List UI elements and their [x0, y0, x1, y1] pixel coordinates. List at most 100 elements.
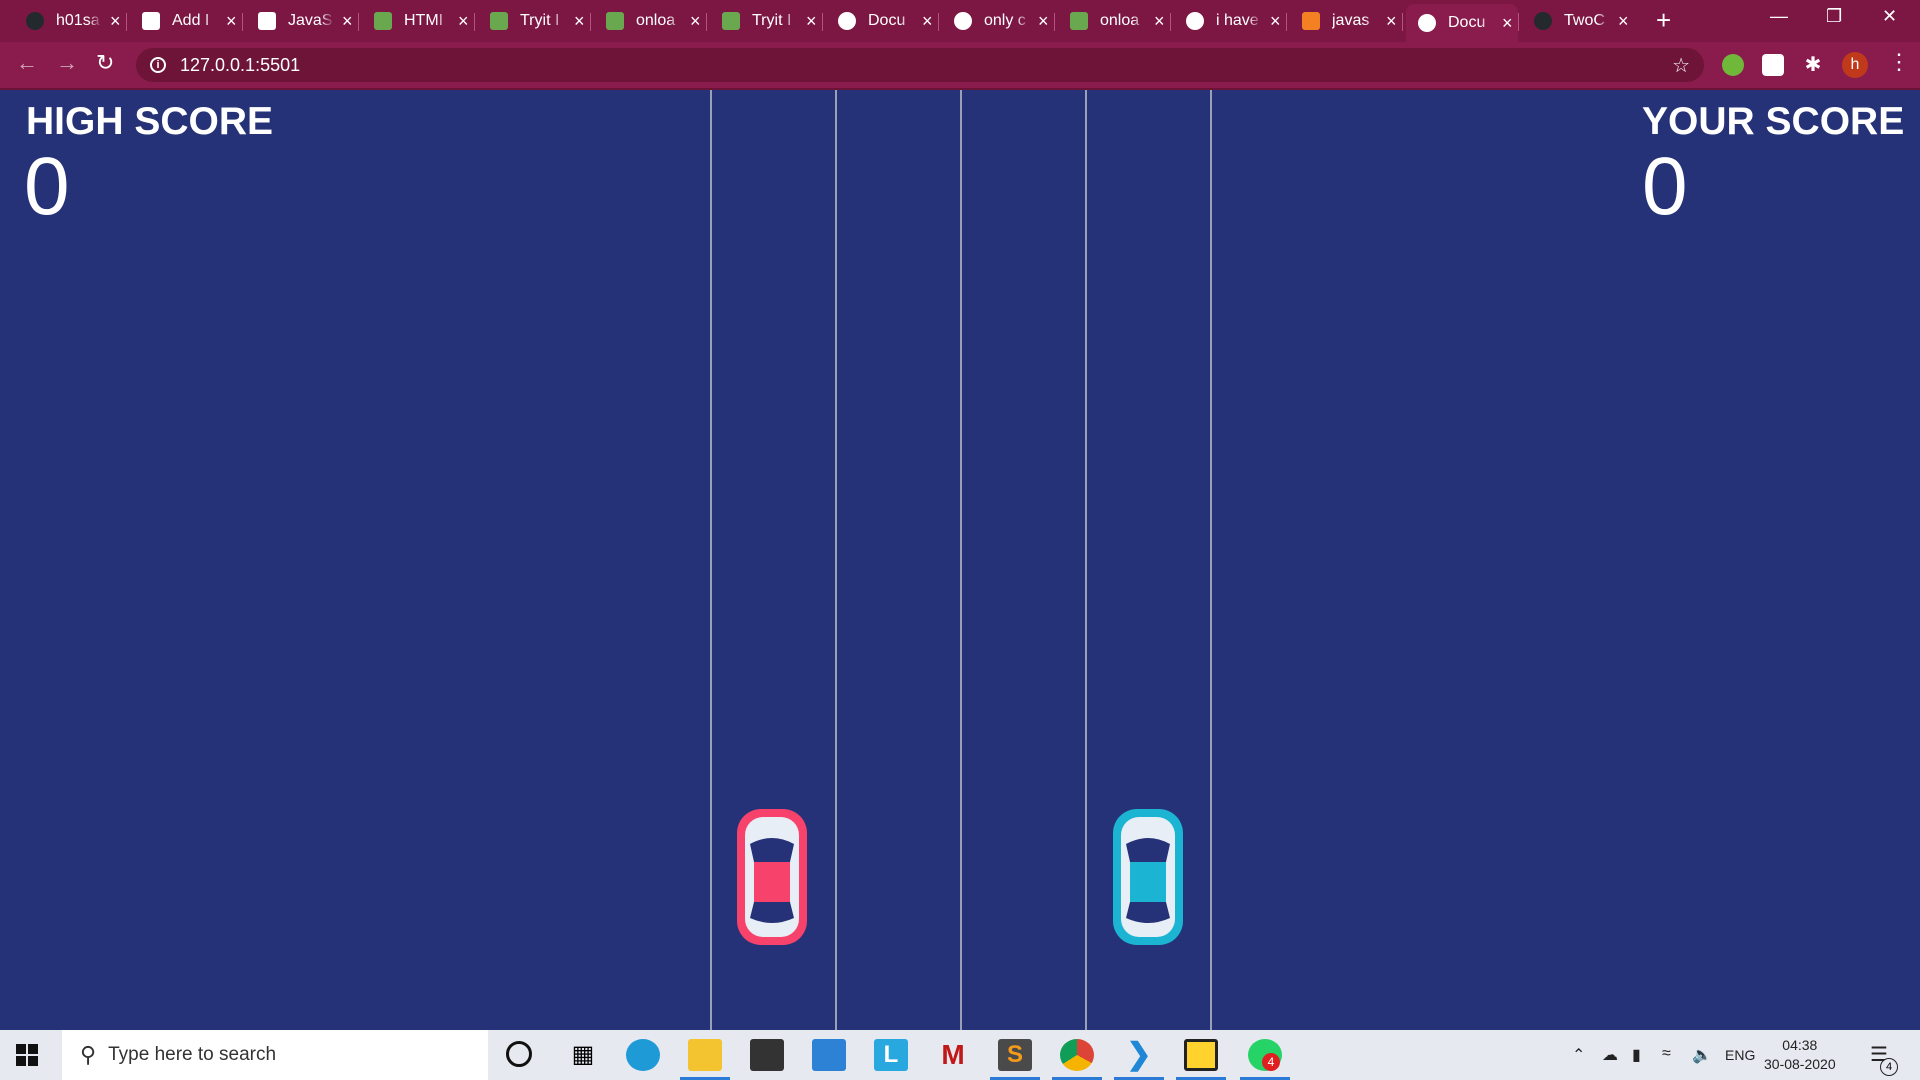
sublime-text-icon[interactable]: S	[998, 1039, 1032, 1071]
windows-start-icon[interactable]	[16, 1044, 38, 1066]
search-icon: ⚲	[80, 1042, 97, 1067]
chrome-icon[interactable]	[1060, 1039, 1094, 1071]
tab-close-icon[interactable]: ×	[458, 12, 469, 30]
file-explorer-icon[interactable]	[688, 1039, 722, 1071]
address-bar[interactable]: i 127.0.0.1:5501 ☆	[136, 48, 1704, 82]
ed-icon	[142, 12, 160, 30]
tab-close-icon[interactable]: ×	[922, 12, 933, 30]
browser-tab[interactable]: h01sa ×	[14, 6, 126, 36]
show-hidden-icons-chevron-icon[interactable]: ⌃	[1572, 1045, 1585, 1065]
reload-icon[interactable]: ↻	[96, 51, 114, 75]
cortana-icon[interactable]	[506, 1041, 532, 1067]
browser-tab[interactable]: only c ×	[942, 6, 1054, 36]
browser-tab[interactable]: TwoC ×	[1522, 6, 1634, 36]
close-window-button[interactable]: ✕	[1882, 6, 1897, 27]
tab-title: only c	[984, 12, 1026, 29]
sticky-notes-icon[interactable]	[1184, 1039, 1218, 1071]
github-icon	[26, 12, 44, 30]
tab-separator	[938, 13, 939, 31]
tab-title: Docu	[1448, 14, 1486, 31]
minimize-button[interactable]: —	[1770, 6, 1788, 27]
browser-tab[interactable]: Tryit I ×	[478, 6, 590, 36]
w3schools-icon	[722, 12, 740, 30]
extensions-puzzle-icon[interactable]: ✱	[1802, 54, 1824, 76]
new-tab-button[interactable]: +	[1656, 6, 1671, 34]
browser-tab[interactable]: javas ×	[1290, 6, 1402, 36]
browser-tab[interactable]: onloa ×	[594, 6, 706, 36]
tab-separator	[242, 13, 243, 31]
browser-tab[interactable]: Add I ×	[130, 6, 242, 36]
browser-tab[interactable]: Tryit I ×	[710, 6, 822, 36]
mcafee-icon[interactable]: M	[936, 1039, 970, 1071]
tab-close-icon[interactable]: ×	[342, 12, 353, 30]
tab-close-icon[interactable]: ×	[226, 12, 237, 30]
wifi-icon[interactable]: ≈	[1662, 1045, 1671, 1063]
w3schools-icon	[374, 12, 392, 30]
tab-close-icon[interactable]: ×	[1154, 12, 1165, 30]
browser-tab[interactable]: onloa ×	[1058, 6, 1170, 36]
tab-separator	[1402, 13, 1403, 31]
whatsapp-badge: 4	[1262, 1053, 1280, 1071]
tab-separator	[126, 13, 127, 31]
tab-close-icon[interactable]: ×	[690, 12, 701, 30]
high-score-value: 0	[24, 141, 70, 232]
task-view-icon[interactable]: ▦	[566, 1039, 600, 1071]
edge-icon[interactable]	[626, 1039, 660, 1071]
taskbar-search-box[interactable]: ⚲ Type here to search	[62, 1030, 488, 1080]
tm-icon	[258, 12, 276, 30]
browser-tab[interactable]: Docu ×	[826, 6, 938, 36]
tab-close-icon[interactable]: ×	[574, 12, 585, 30]
windows-taskbar: ⚲ Type here to search ▦ L M S ❯ 4 ⌃ ☁ ▮ …	[0, 1030, 1920, 1080]
stackoverflow-icon	[1302, 12, 1320, 30]
tab-close-icon[interactable]: ×	[1270, 12, 1281, 30]
profile-avatar[interactable]: h	[1842, 52, 1868, 78]
bookmark-star-icon[interactable]: ☆	[1672, 53, 1690, 78]
tab-separator	[822, 13, 823, 31]
blue-car	[1113, 809, 1183, 945]
browser-toolbar: ← → ↻ i 127.0.0.1:5501 ☆ ✱ h ⋮	[0, 42, 1920, 90]
browser-tab[interactable]: i have ×	[1174, 6, 1286, 36]
tab-close-icon[interactable]: ×	[1386, 12, 1397, 30]
l-app-icon[interactable]: L	[874, 1039, 908, 1071]
tab-title: onloa	[636, 12, 676, 29]
tab-close-icon[interactable]: ×	[1038, 12, 1049, 30]
tab-separator	[1518, 13, 1519, 31]
extension-green-icon[interactable]	[1722, 54, 1744, 76]
back-arrow-icon[interactable]: ←	[16, 51, 38, 75]
lane-divider	[1210, 90, 1212, 1030]
tab-close-icon[interactable]: ×	[110, 12, 121, 30]
tab-separator	[590, 13, 591, 31]
tab-close-icon[interactable]: ×	[1502, 14, 1513, 32]
your-score-label: YOUR SCORE	[1642, 100, 1905, 143]
language-indicator[interactable]: ENG	[1725, 1047, 1755, 1063]
game-canvas[interactable]: HIGH SCORE 0 YOUR SCORE 0	[0, 90, 1920, 1030]
forward-arrow-icon[interactable]: →	[56, 51, 78, 75]
tab-title: Tryit I	[752, 12, 792, 29]
site-info-icon[interactable]: i	[150, 57, 166, 73]
mail-icon[interactable]	[812, 1039, 846, 1071]
browser-tab[interactable]: HTMI ×	[362, 6, 474, 36]
restore-button[interactable]: ❐	[1826, 6, 1842, 27]
notification-count: 4	[1880, 1058, 1898, 1076]
tab-close-icon[interactable]: ×	[1618, 12, 1629, 30]
tab-title: i have	[1216, 12, 1259, 29]
tab-title: javas	[1332, 12, 1370, 29]
tab-title: JavaS	[288, 12, 333, 29]
tab-title: Tryit I	[520, 12, 560, 29]
browser-tab[interactable]: JavaS ×	[246, 6, 358, 36]
browser-tab[interactable]: Docu ×	[1406, 4, 1518, 42]
volume-icon[interactable]: 🔈	[1692, 1045, 1712, 1065]
battery-icon[interactable]: ▮	[1632, 1045, 1641, 1065]
microsoft-store-icon[interactable]	[750, 1039, 784, 1071]
globe-icon	[838, 12, 856, 30]
high-score-label: HIGH SCORE	[26, 100, 274, 143]
extension-flag-icon[interactable]	[1762, 54, 1784, 76]
clock[interactable]: 04:38 30-08-2020	[1764, 1036, 1836, 1074]
menu-kebab-icon[interactable]: ⋮	[1888, 50, 1910, 74]
onedrive-cloud-icon[interactable]: ☁	[1602, 1045, 1618, 1065]
clock-time: 04:38	[1782, 1037, 1818, 1053]
vscode-icon[interactable]: ❯	[1122, 1039, 1156, 1071]
tab-close-icon[interactable]: ×	[806, 12, 817, 30]
google-icon	[1186, 12, 1204, 30]
tab-title: Docu	[868, 12, 906, 29]
